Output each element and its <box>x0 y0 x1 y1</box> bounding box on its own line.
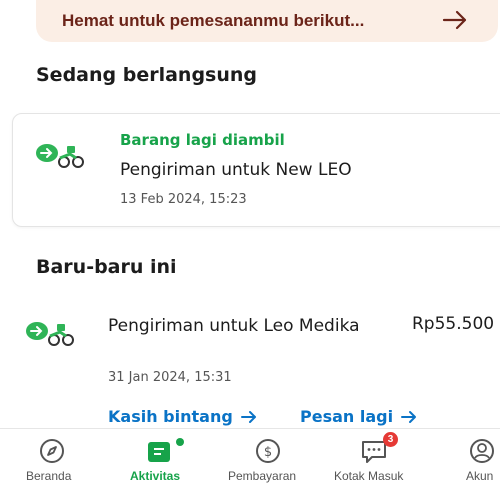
arrow-right-icon <box>240 410 256 423</box>
nav-item-beranda[interactable]: Beranda <box>2 429 102 500</box>
delivery-scooter-icon <box>26 322 74 346</box>
nav-item-aktivitas[interactable]: Aktivitas <box>112 429 212 500</box>
nav-item-akun[interactable]: Akun <box>436 429 500 500</box>
recent-order-date: 31 Jan 2024, 15:31 <box>108 370 232 385</box>
bottom-nav: Beranda Aktivitas $ Pembayaran 3 Kotak M… <box>0 428 500 500</box>
notification-badge: 3 <box>383 432 398 447</box>
rate-button[interactable]: Kasih bintang <box>108 407 257 426</box>
rate-label: Kasih bintang <box>108 407 233 426</box>
dollar-icon: $ <box>256 439 280 463</box>
promo-text: Hemat untuk pemesananmu berikut... <box>62 11 365 30</box>
svg-text:$: $ <box>264 445 272 460</box>
reorder-label: Pesan lagi <box>300 407 394 426</box>
recent-order-price: Rp55.500 <box>412 314 495 334</box>
account-icon <box>470 439 494 463</box>
section-title-ongoing: Sedang berlangsung <box>36 64 258 86</box>
order-title: Pengiriman untuk New LEO <box>120 160 352 180</box>
order-status: Barang lagi diambil <box>120 131 285 149</box>
arrow-right-icon <box>401 410 417 423</box>
order-date: 13 Feb 2024, 15:23 <box>120 192 247 207</box>
activity-dot <box>176 438 184 446</box>
compass-icon <box>40 439 64 463</box>
promo-banner[interactable]: Hemat untuk pemesananmu berikut... <box>36 0 498 42</box>
nav-item-kotak-masuk[interactable]: 3 Kotak Masuk <box>326 429 426 500</box>
arrow-right-icon <box>442 10 467 30</box>
delivery-scooter-icon <box>36 144 84 168</box>
nav-label: Beranda <box>26 469 72 483</box>
nav-label: Kotak Masuk <box>334 469 404 483</box>
nav-label: Aktivitas <box>130 469 181 483</box>
nav-item-pembayaran[interactable]: $ Pembayaran <box>218 429 318 500</box>
nav-label: Akun <box>466 469 494 483</box>
section-title-recent: Baru-baru ini <box>36 256 177 278</box>
nav-label: Pembayaran <box>228 469 297 483</box>
reorder-button[interactable]: Pesan lagi <box>300 407 417 426</box>
activity-icon <box>148 442 170 462</box>
recent-order-title[interactable]: Pengiriman untuk Leo Medika <box>108 314 378 338</box>
